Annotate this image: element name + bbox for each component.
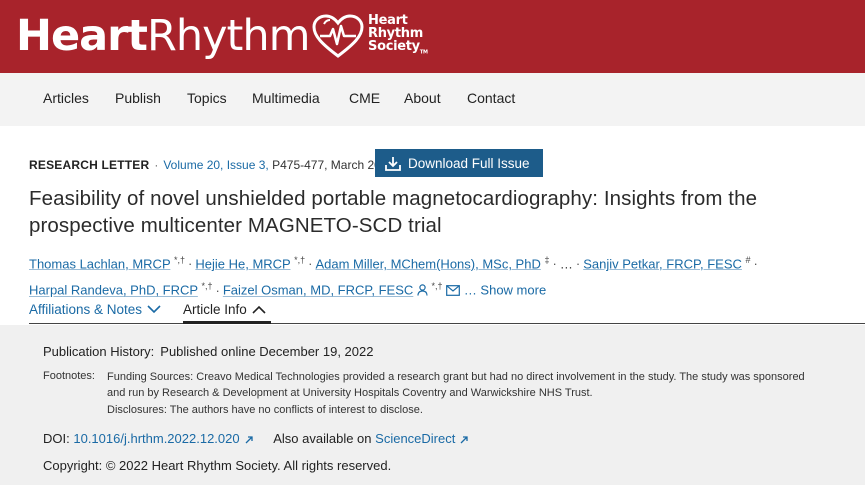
nav-cme[interactable]: CME — [349, 90, 380, 106]
download-icon — [385, 156, 401, 171]
heartrhythm-logo[interactable]: Heart Rhythm — [16, 8, 311, 64]
author-affiliation-marker: *,† — [174, 255, 186, 265]
chevron-up-icon — [252, 305, 266, 314]
hrs-society-text: Heart Rhythm SocietyTM — [368, 14, 428, 60]
author-link[interactable]: Adam Miller, MChem(Hons), MSc, PhD — [315, 256, 540, 271]
author-affiliation-marker: *,† — [431, 281, 443, 292]
tab-article-info-label: Article Info — [183, 302, 247, 317]
nav-contact[interactable]: Contact — [467, 90, 515, 106]
hrs-line-3-text: Society — [368, 39, 420, 54]
nav-publish[interactable]: Publish — [115, 90, 161, 106]
author-affiliation-marker: *,† — [201, 281, 213, 292]
doi-row: DOI: 10.1016/j.hrthm.2022.12.020 Also av… — [43, 431, 469, 446]
chevron-down-icon — [147, 305, 161, 314]
funding-sources-text: Funding Sources: Creavo Medical Technolo… — [107, 371, 805, 399]
doi-link[interactable]: 10.1016/j.hrthm.2022.12.020 — [73, 431, 239, 446]
tab-affiliations-label: Affiliations & Notes — [29, 302, 143, 317]
site-header: Heart Rhythm Heart Rhythm SocietyTM — [0, 0, 865, 73]
article-type: RESEARCH LETTER — [29, 158, 150, 172]
author-ellipsis: … — [559, 256, 573, 272]
download-full-issue-button[interactable]: Download Full Issue — [375, 149, 543, 177]
show-more-authors-link[interactable]: … Show more — [464, 283, 546, 298]
tab-affiliations[interactable]: Affiliations & Notes — [29, 302, 161, 317]
nav-topics[interactable]: Topics — [187, 90, 227, 106]
author-separator: · — [552, 256, 557, 272]
also-available-label: Also available on — [273, 431, 372, 446]
article-tabs: Affiliations & Notes Article Info — [29, 300, 865, 324]
pub-history-label: Publication History: — [43, 344, 155, 359]
sciencedirect-link[interactable]: ScienceDirect — [375, 431, 455, 446]
main-nav: Articles Publish Topics Multimedia CME A… — [0, 73, 865, 126]
nav-articles[interactable]: Articles — [43, 90, 89, 106]
publication-history: Publication History: Published online Dec… — [43, 344, 373, 359]
footnotes-label: Footnotes: — [43, 370, 95, 382]
external-link-icon — [245, 435, 253, 444]
external-link-icon — [460, 435, 469, 444]
copyright-text: Copyright: © 2022 Heart Rhythm Society. … — [43, 458, 392, 473]
nav-about[interactable]: About — [404, 90, 441, 106]
logo-rhythm-text: Rhythm — [146, 11, 311, 61]
download-label: Download Full Issue — [408, 155, 530, 171]
logo-heart-text: Heart — [16, 11, 148, 61]
meta-separator: · — [154, 158, 159, 172]
email-icon[interactable] — [446, 284, 461, 296]
hrs-tm: TM — [419, 49, 428, 56]
hrs-heart-icon — [312, 14, 364, 58]
article-title: Feasibility of novel unshielded portable… — [29, 187, 758, 237]
author-affiliation-marker: # — [745, 255, 751, 265]
article-meta: RESEARCH LETTER · Volume 20, Issue 3, P475… — [29, 158, 394, 172]
active-tab-indicator — [183, 321, 271, 324]
pub-history-value: Published online December 19, 2022 — [160, 344, 374, 359]
tab-article-info[interactable]: Article Info — [183, 302, 266, 317]
author-affiliation-marker: ‡ — [544, 255, 550, 265]
author-link[interactable]: Sanjiv Petkar, FRCP, FESC — [583, 256, 742, 271]
nav-multimedia[interactable]: Multimedia — [252, 90, 320, 106]
hrs-line-3: SocietyTM — [368, 40, 428, 60]
person-icon — [417, 283, 428, 296]
author-separator: · — [188, 256, 193, 272]
author-link[interactable]: Harpal Randeva, PhD, FRCP — [29, 283, 198, 298]
volume-issue-link[interactable]: Volume 20, Issue 3, — [163, 158, 268, 172]
author-affiliation-marker: *,† — [294, 255, 306, 265]
author-link[interactable]: Thomas Lachlan, MRCP — [29, 256, 170, 271]
author-separator: · — [215, 282, 220, 298]
author-link[interactable]: Faizel Osman, MD, FRCP, FESC — [223, 283, 413, 298]
author-list: Thomas Lachlan, MRCP *,† · Hejie He, MRCP … — [29, 249, 849, 302]
author-separator: · — [308, 256, 313, 272]
author-separator: · — [575, 256, 581, 272]
author-link[interactable]: Hejie He, MRCP — [195, 256, 290, 271]
author-separator: · — [753, 256, 758, 272]
disclosures-text: Disclosures: The authors have no conflic… — [107, 404, 423, 416]
doi-label: DOI: — [43, 431, 70, 446]
